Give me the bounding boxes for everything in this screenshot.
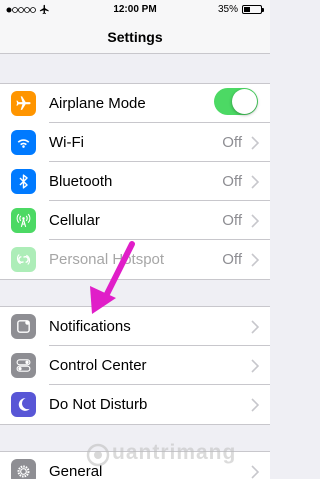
nav-bar: Settings bbox=[0, 20, 270, 54]
row-label: Notifications bbox=[49, 318, 131, 335]
chevron-right-icon bbox=[251, 465, 259, 479]
watermark-logo-icon bbox=[86, 443, 110, 467]
status-bar: 12:00 PM 35% bbox=[0, 0, 270, 20]
battery-fill bbox=[244, 7, 250, 12]
row-label: Do Not Disturb bbox=[49, 396, 148, 413]
chevron-right-icon bbox=[251, 359, 259, 373]
battery-area: 35% bbox=[217, 4, 264, 15]
gear-icon bbox=[11, 459, 36, 479]
watermark-text: uantrimang bbox=[112, 441, 237, 464]
wifi-icon bbox=[11, 130, 36, 155]
battery-icon bbox=[242, 5, 264, 14]
airplane-mode-toggle[interactable] bbox=[214, 88, 258, 115]
notifications-icon bbox=[11, 314, 36, 339]
row-label: Cellular bbox=[49, 212, 100, 229]
row-value: Off bbox=[222, 134, 242, 151]
hotspot-icon bbox=[11, 247, 36, 272]
bluetooth-icon bbox=[11, 169, 36, 194]
airplane-icon bbox=[11, 91, 36, 116]
row-value: Off bbox=[222, 212, 242, 229]
settings-row-do-not-disturb[interactable]: Do Not Disturb bbox=[0, 385, 270, 424]
page-title: Settings bbox=[107, 29, 163, 45]
toggles-icon bbox=[11, 353, 36, 378]
notifications-group: Notifications Control Center Do Not Distur… bbox=[0, 306, 270, 425]
annotation-arrow-icon bbox=[90, 241, 135, 314]
settings-row-bluetooth[interactable]: Bluetooth Off bbox=[0, 162, 270, 201]
settings-row-airplane-mode[interactable]: Airplane Mode bbox=[0, 84, 270, 123]
moon-icon bbox=[11, 392, 36, 417]
chevron-right-icon bbox=[251, 320, 259, 334]
settings-row-control-center[interactable]: Control Center bbox=[0, 346, 270, 385]
settings-row-cellular[interactable]: Cellular Off bbox=[0, 201, 270, 240]
chevron-right-icon bbox=[251, 175, 259, 189]
row-label: Bluetooth bbox=[49, 173, 113, 190]
row-value: Off bbox=[222, 251, 242, 268]
battery-percent: 35% bbox=[217, 4, 238, 15]
chevron-right-icon bbox=[251, 398, 259, 412]
row-label: Airplane Mode bbox=[49, 95, 146, 112]
row-value: Off bbox=[222, 173, 242, 190]
antenna-icon bbox=[11, 208, 36, 233]
chevron-right-icon bbox=[251, 136, 259, 150]
chevron-right-icon bbox=[251, 253, 259, 267]
chevron-right-icon bbox=[251, 214, 259, 228]
row-label: Control Center bbox=[49, 357, 147, 374]
settings-row-wifi[interactable]: Wi-Fi Off bbox=[0, 123, 270, 162]
row-label: Wi-Fi bbox=[49, 134, 84, 151]
toggle-knob bbox=[232, 89, 257, 114]
